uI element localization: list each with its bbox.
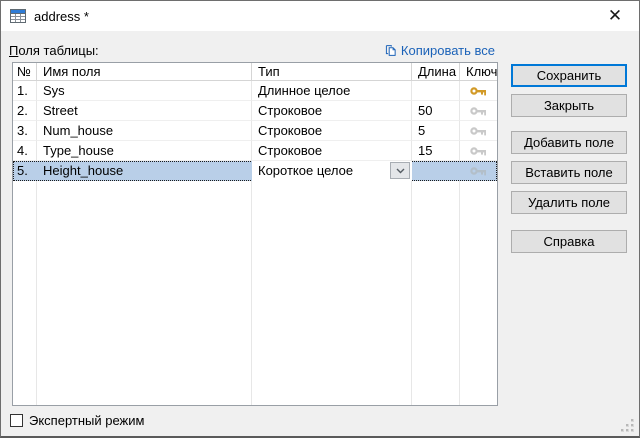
cell-type[interactable]: Строковое: [252, 141, 412, 161]
close-button[interactable]: Закрыть: [511, 94, 627, 117]
cell-type[interactable]: Длинное целое: [252, 81, 412, 101]
mnemonic-letter: П: [9, 43, 18, 58]
key-icon: [470, 124, 487, 138]
table-row[interactable]: 4. Type_house Строковое 15: [13, 141, 497, 161]
cell-name[interactable]: Height_house: [37, 161, 252, 181]
filler-cell: [252, 181, 412, 405]
col-header-name[interactable]: Имя поля: [37, 63, 252, 80]
cell-key[interactable]: [460, 101, 497, 121]
filler-cell: [412, 181, 460, 405]
copy-all-label: Копировать все: [401, 43, 495, 58]
table-row-selected[interactable]: 5. Height_house Короткое целое: [13, 161, 497, 181]
key-icon: [470, 164, 487, 178]
cell-length[interactable]: 5: [412, 121, 460, 141]
cell-num: 4.: [13, 141, 37, 161]
copy-icon: [385, 42, 397, 59]
key-icon: [470, 84, 487, 98]
resize-grip[interactable]: [619, 417, 634, 432]
type-value: Короткое целое: [258, 163, 353, 178]
filler-cell: [460, 181, 497, 405]
insert-field-button[interactable]: Вставить поле: [511, 161, 627, 184]
cell-num: 5.: [13, 161, 37, 181]
col-header-length[interactable]: Длина: [412, 63, 460, 80]
help-button[interactable]: Справка: [511, 230, 627, 253]
cell-type[interactable]: Строковое: [252, 101, 412, 121]
cell-num: 1.: [13, 81, 37, 101]
cell-num: 3.: [13, 121, 37, 141]
close-icon[interactable]: ✕: [593, 1, 637, 30]
table-empty-area: [13, 181, 497, 405]
filler-cell: [13, 181, 37, 405]
cell-name[interactable]: Street: [37, 101, 252, 121]
cell-type[interactable]: Строковое: [252, 121, 412, 141]
cell-length[interactable]: [412, 161, 460, 181]
col-header-key[interactable]: Ключ: [460, 63, 497, 80]
key-icon: [470, 104, 487, 118]
delete-field-button[interactable]: Удалить поле: [511, 191, 627, 214]
table-row[interactable]: 2. Street Строковое 50: [13, 101, 497, 121]
table-row[interactable]: 3. Num_house Строковое 5: [13, 121, 497, 141]
table-row[interactable]: 1. Sys Длинное целое: [13, 81, 497, 101]
cell-key[interactable]: [460, 121, 497, 141]
cell-length[interactable]: [412, 81, 460, 101]
add-field-button[interactable]: Добавить поле: [511, 131, 627, 154]
table-fields-label: Поля таблицы:: [9, 43, 99, 58]
cell-length[interactable]: 15: [412, 141, 460, 161]
filler-cell: [37, 181, 252, 405]
save-button[interactable]: Сохранить: [511, 64, 627, 87]
table-grid-icon: [10, 8, 26, 24]
fields-table: № Имя поля Тип Длина Ключ 1. Sys Длинное…: [12, 62, 498, 406]
cell-name[interactable]: Sys: [37, 81, 252, 101]
cell-name[interactable]: Type_house: [37, 141, 252, 161]
title-bar: address * ✕: [1, 1, 639, 31]
chevron-down-icon: [396, 168, 405, 174]
key-icon: [470, 144, 487, 158]
expert-mode-option[interactable]: Экспертный режим: [10, 412, 144, 428]
window-title: address *: [34, 9, 89, 24]
expert-mode-checkbox[interactable]: [10, 414, 23, 427]
col-header-num[interactable]: №: [13, 63, 37, 80]
cell-num: 2.: [13, 101, 37, 121]
cell-length[interactable]: 50: [412, 101, 460, 121]
cell-type-editor[interactable]: Короткое целое: [252, 161, 412, 181]
table-header-row: № Имя поля Тип Длина Ключ: [13, 63, 497, 81]
type-dropdown-button[interactable]: [390, 162, 410, 179]
copy-all-link[interactable]: Копировать все: [385, 41, 495, 59]
dialog-window: address * ✕ Поля таблицы: Копировать все…: [0, 0, 640, 438]
cell-key[interactable]: [460, 161, 497, 181]
cell-key[interactable]: [460, 141, 497, 161]
expert-mode-label: Экспертный режим: [29, 413, 144, 428]
cell-key[interactable]: [460, 81, 497, 101]
cell-name[interactable]: Num_house: [37, 121, 252, 141]
label-rest: оля таблицы:: [18, 43, 98, 58]
col-header-type[interactable]: Тип: [252, 63, 412, 80]
